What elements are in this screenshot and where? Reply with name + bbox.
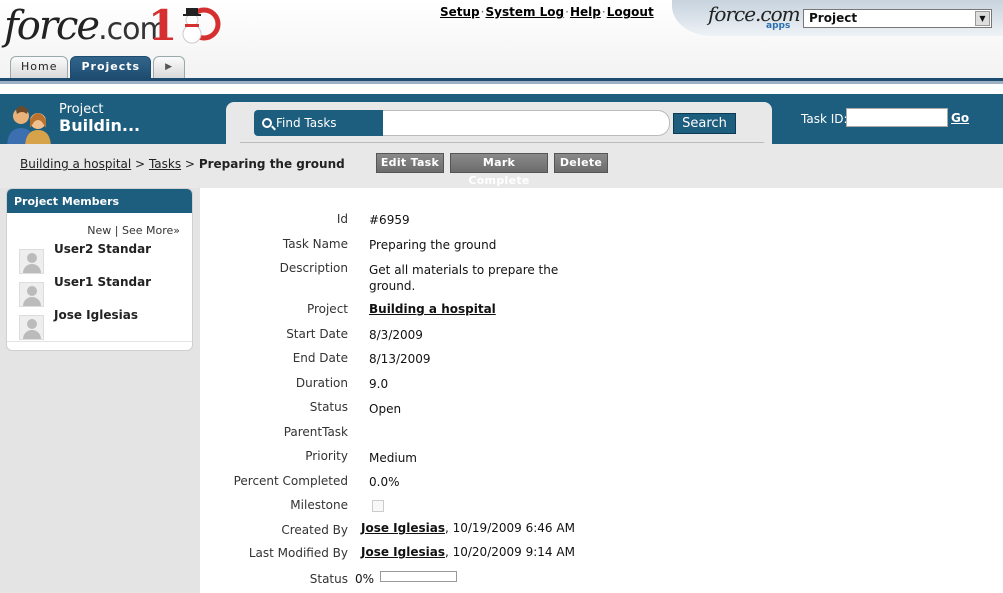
status-percent-text: 0%	[355, 572, 375, 586]
created-date: , 10/19/2009 6:46 AM	[444, 521, 575, 535]
go-button[interactable]: Go	[951, 111, 969, 125]
percent-completed-value: 0.0%	[369, 475, 400, 489]
task-id-label: Task ID:	[801, 112, 848, 126]
status-label: Status	[309, 400, 348, 414]
edit-task-button[interactable]: Edit Task	[376, 153, 444, 173]
logout-link[interactable]: Logout	[607, 5, 654, 19]
record-name: Buildin...	[59, 116, 141, 135]
header-divider	[0, 78, 1003, 84]
breadcrumb-tasks-link[interactable]: Tasks	[149, 157, 181, 171]
main-tabs: Home Projects ▶	[10, 56, 187, 78]
last-modified-user-link[interactable]: Jose Iglesias	[361, 545, 445, 559]
tab-more-arrow-icon[interactable]: ▶	[153, 56, 186, 78]
list-item[interactable]: User2 Standar	[19, 242, 189, 274]
breadcrumb: Building a hospital > Tasks > Preparing …	[20, 157, 345, 171]
description-label: Description	[279, 261, 348, 275]
project-link[interactable]: Building a hospital	[369, 302, 496, 316]
milestone-label: Milestone	[290, 498, 348, 512]
mark-complete-button[interactable]: Mark Complete	[450, 153, 548, 187]
system-log-link[interactable]: System Log	[485, 5, 564, 19]
duration-label: Duration	[295, 376, 348, 390]
apps-label: apps	[766, 21, 791, 31]
duration-value: 9.0	[369, 377, 389, 391]
anniversary-snowman-icon: 1	[148, 1, 221, 50]
created-by-user-link[interactable]: Jose Iglesias	[361, 521, 445, 535]
breadcrumb-current: Preparing the ground	[198, 157, 345, 171]
end-date-value: 8/13/2009	[369, 352, 431, 366]
user-avatar-icon	[19, 282, 44, 307]
start-date-label: Start Date	[286, 327, 348, 341]
status-bar-label: Status	[309, 572, 348, 586]
project-members-panel: Project Members New | See More» User2 St…	[6, 188, 193, 351]
logo-text: force.com	[4, 3, 169, 49]
setup-link[interactable]: Setup	[440, 5, 480, 19]
priority-value: Medium	[369, 451, 417, 465]
last-modified-date: , 10/20/2009 9:14 AM	[444, 545, 575, 559]
milestone-checkbox	[372, 500, 384, 512]
app-selector[interactable]: Project ▼	[803, 9, 992, 28]
priority-label: Priority	[305, 449, 348, 463]
app-selector-value: Project	[809, 11, 858, 25]
project-label: Project	[306, 302, 348, 316]
help-link[interactable]: Help	[570, 5, 601, 19]
find-tasks-input[interactable]	[383, 110, 670, 136]
list-item[interactable]: User1 Standar	[19, 275, 189, 307]
force-logo[interactable]: force.com	[4, 2, 169, 54]
start-date-value: 8/3/2009	[369, 328, 423, 342]
id-value: #6959	[369, 213, 410, 227]
parent-task-label: ParentTask	[283, 425, 348, 439]
percent-completed-label: Percent Completed	[233, 474, 348, 488]
project-members-title: Project Members	[7, 189, 192, 213]
tab-home[interactable]: Home	[10, 56, 69, 78]
member-name[interactable]: User1 Standar	[54, 275, 151, 289]
panel-footer	[7, 341, 192, 350]
delete-button[interactable]: Delete	[554, 153, 608, 173]
new-member-link[interactable]: New	[87, 224, 111, 237]
search-button[interactable]: Search	[673, 113, 736, 134]
top-links: Setup·System Log·Help·Logout	[440, 5, 654, 19]
record-type-label: Project	[59, 102, 104, 117]
tab-projects[interactable]: Projects	[70, 56, 152, 78]
end-date-label: End Date	[292, 351, 348, 365]
member-name[interactable]: User2 Standar	[54, 242, 151, 256]
status-progress-bar	[380, 571, 457, 582]
user-avatar-icon	[19, 249, 44, 274]
task-name-value: Preparing the ground	[369, 238, 497, 252]
task-id-input[interactable]	[846, 108, 948, 127]
status-value: Open	[369, 402, 402, 416]
description-value: Get all materials to prepare the ground.	[369, 263, 559, 293]
search-icon	[262, 118, 272, 128]
svg-text:1: 1	[148, 1, 177, 50]
task-name-label: Task Name	[282, 237, 348, 251]
see-more-link[interactable]: See More»	[122, 224, 180, 237]
id-label: Id	[336, 212, 348, 226]
user-avatar-icon	[19, 315, 44, 340]
search-divider	[240, 142, 764, 143]
chevron-down-icon[interactable]: ▼	[975, 11, 990, 26]
member-name[interactable]: Jose Iglesias	[54, 308, 138, 322]
breadcrumb-project-link[interactable]: Building a hospital	[20, 157, 131, 171]
created-by-label: Created By	[281, 523, 348, 537]
list-item[interactable]: Jose Iglesias	[19, 308, 189, 340]
last-modified-by-label: Last Modified By	[248, 546, 348, 560]
find-tasks-label: Find Tasks	[254, 110, 384, 136]
members-links: New | See More»	[87, 224, 180, 237]
project-members-icon	[7, 106, 51, 148]
